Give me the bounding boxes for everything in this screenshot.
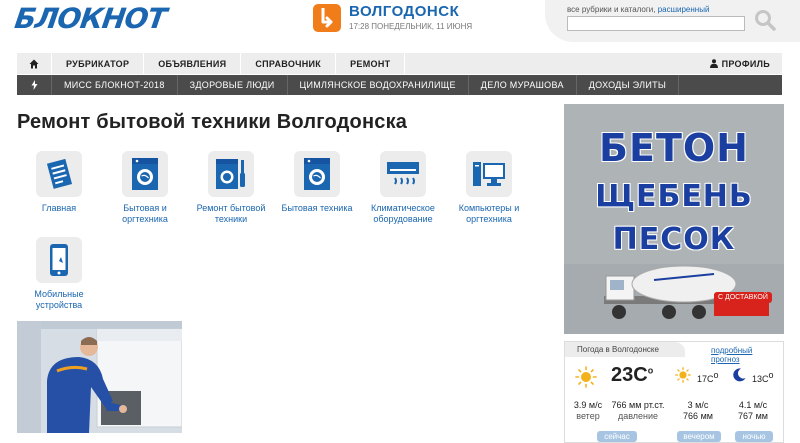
menu-item-ads[interactable]: ОБЪЯВЛЕНИЯ [144,53,242,74]
ad-delivery-badge: С ДОСТАВКОЙ [714,292,772,303]
washing-machine-icon [304,158,330,190]
weather-night-stats: 4.1 м/с 767 мм [738,400,768,421]
search-icon[interactable] [754,9,776,31]
ad-text-gravel: ЩЕБЕНЬ [595,179,753,214]
weather-evening-button[interactable]: вечером [677,431,721,442]
city-name[interactable]: ВОЛГОДОНСК [349,3,459,20]
hot-topics-marker [17,75,52,95]
hot-topic-elite-income[interactable]: ДОХОДЫ ЭЛИТЫ [577,75,680,95]
weather-widget: Погода в Волгодонске подробный прогноз 2… [564,341,784,443]
weather-evening-temp: 17Сo [697,370,719,384]
menu-item-directory[interactable]: СПРАВОЧНИК [241,53,337,74]
menu-item-rubricator[interactable]: РУБРИКАТОР [52,53,145,74]
lightning-icon [31,80,37,90]
hot-topic-miss[interactable]: МИСС БЛОКНОТ-2018 [52,75,178,95]
weather-forecast-link[interactable]: подробный прогноз [711,346,783,364]
article-photo[interactable] [17,321,182,433]
city-switch-icon[interactable] [313,4,341,32]
menu-item-repair[interactable]: РЕМОНТ [336,53,406,74]
sun-icon [575,366,597,388]
main-menu: РУБРИКАТОР ОБЪЯВЛЕНИЯ СПРАВОЧНИК РЕМОНТ … [17,53,782,74]
ad-banner[interactable]: БЕТОН ЩЕБЕНЬ ПЕСОК С ДОСТАВКОЙ [564,104,784,334]
rubric-computers[interactable]: Компьютеры и оргтехника [449,151,529,225]
weather-now-temp: 23Сo [611,364,654,386]
rubric-appliances-office[interactable]: Бытовая и оргтехника [105,151,185,225]
hot-topic-murashov[interactable]: ДЕЛО МУРАШОВА [469,75,577,95]
ad-text-sand: ПЕСОК [612,222,736,257]
hot-topic-health[interactable]: ЗДОРОВЫЕ ЛЮДИ [178,75,288,95]
site-logo[interactable]: БЛОКНОТ [13,2,168,35]
mobile-phone-icon [50,244,68,276]
user-icon [709,59,718,68]
search-hint: все рубрики и каталоги, расширенный [567,5,710,14]
computer-icon [473,162,505,186]
page-title: Ремонт бытовой техники Волгодонска [17,111,408,133]
hot-topic-reservoir[interactable]: ЦИМЛЯНСКОЕ ВОДОХРАНИЛИЩЕ [288,75,469,95]
rubric-mobile[interactable]: Мобильные устройства [19,237,99,311]
sun-icon [675,367,691,383]
weather-now-button[interactable]: сейчас [597,431,637,442]
weather-now-wind: 3.9 м/с ветер [573,400,603,421]
weather-evening-stats: 3 м/с 766 мм [683,400,713,421]
hot-topics-menu: МИСС БЛОКНОТ-2018 ЗДОРОВЫЕ ЛЮДИ ЦИМЛЯНСК… [17,75,782,95]
weather-now-pressure: 766 мм рт.ст. давление [611,400,665,421]
search-input[interactable] [567,16,745,31]
profile-label: ПРОФИЛЬ [721,58,770,69]
advanced-search-link[interactable]: расширенный [658,5,710,14]
moon-icon [733,368,746,382]
weather-night-button[interactable]: ночью [735,431,773,442]
home-button[interactable] [17,53,52,74]
air-conditioner-icon [387,162,419,185]
document-icon [46,158,73,189]
rubric-home-appliances[interactable]: Бытовая техника [277,151,357,214]
repair-tools-icon [216,159,245,189]
profile-button[interactable]: ПРОФИЛЬ [696,53,782,74]
current-date: 17:28 ПОНЕДЕЛЬНИК, 11 ИЮНЯ [349,22,473,31]
site-header: БЛОКНОТ ВОЛГОДОНСК 17:28 ПОНЕДЕЛЬНИК, 11… [0,0,800,48]
home-icon [29,59,39,68]
rubric-main[interactable]: Главная [19,151,99,214]
ad-text-concrete: БЕТОН [599,126,749,170]
search-panel: все рубрики и каталоги, расширенный [545,0,800,42]
rubric-climate[interactable]: Климатическое оборудование [363,151,443,225]
weather-title: Погода в Волгодонске [565,342,685,357]
washing-machine-icon [132,158,158,190]
weather-night-temp: 13Сo [752,370,774,384]
rubric-appliance-repair[interactable]: Ремонт бытовой техники [191,151,271,225]
